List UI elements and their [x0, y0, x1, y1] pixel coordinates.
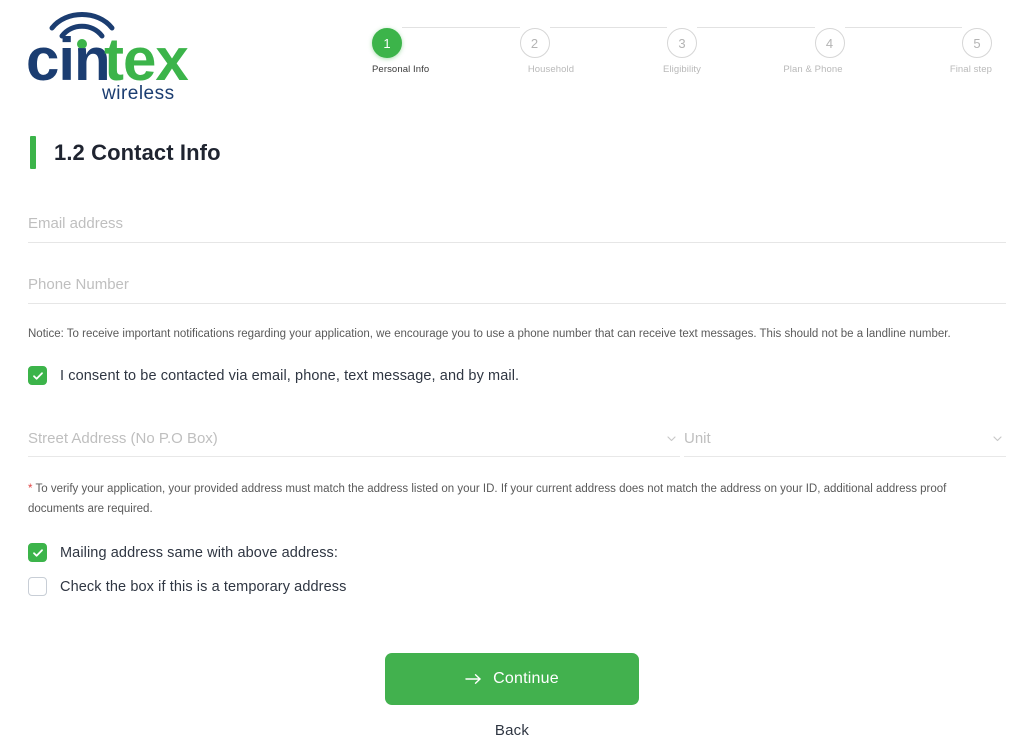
step-node-5[interactable]: 5 — [962, 28, 992, 58]
consent-checkbox-label: I consent to be contacted via email, pho… — [60, 367, 520, 384]
progress-stepper: 1 2 3 4 5 Personal Info Household Eligib… — [372, 26, 992, 92]
step-connector-3 — [697, 26, 815, 28]
contact-info-form: Notice: To receive important notificatio… — [28, 205, 1006, 596]
consent-checkbox-row[interactable]: I consent to be contacted via email, pho… — [28, 366, 1006, 385]
step-node-3[interactable]: 3 — [667, 28, 697, 58]
continue-button-label: Continue — [493, 670, 559, 687]
address-verification-note-text: To verify your application, your provide… — [28, 483, 947, 515]
street-address-field-wrapper[interactable]: Street Address (No P.O Box) — [28, 421, 680, 457]
step-circle-2[interactable]: 2 — [519, 28, 550, 58]
continue-button[interactable]: Continue — [385, 653, 639, 705]
required-asterisk: * — [28, 483, 33, 495]
mailing-address-checkbox-label: Mailing address same with above address: — [60, 544, 339, 561]
svg-text:wireless: wireless — [101, 83, 175, 102]
street-address-placeholder: Street Address (No P.O Box) — [28, 430, 218, 447]
step-node-4[interactable]: 4 — [814, 28, 845, 58]
arrow-right-icon — [465, 673, 483, 685]
mailing-address-checkbox[interactable] — [28, 543, 47, 562]
form-actions: Continue Back — [0, 653, 1024, 739]
step-circle-4[interactable]: 4 — [814, 28, 845, 58]
temporary-address-checkbox-row[interactable]: Check the box if this is a temporary add… — [28, 577, 1006, 596]
unit-placeholder: Unit — [684, 430, 711, 447]
street-address-column: Street Address (No P.O Box) — [28, 421, 680, 457]
section-header: 1.2 Contact Info — [30, 136, 221, 169]
phone-field[interactable] — [28, 266, 1006, 302]
consent-checkbox[interactable] — [28, 366, 47, 385]
unit-column: Unit — [684, 421, 1006, 457]
step-label-eligibility: Eligibility — [662, 64, 702, 75]
phone-field-wrapper[interactable] — [28, 266, 1006, 304]
page-title: 1.2 Contact Info — [54, 139, 221, 165]
chevron-down-icon[interactable] — [991, 432, 1004, 445]
logo-icon: cin tex wireless — [26, 12, 189, 102]
mailing-address-checkbox-row[interactable]: Mailing address same with above address: — [28, 543, 1006, 562]
svg-text:cin: cin — [26, 26, 110, 93]
step-connector-4 — [844, 26, 962, 28]
application-page: cin tex wireless 1 2 3 4 5 Personal Info… — [0, 0, 1024, 750]
step-connector-1 — [402, 26, 520, 28]
check-icon — [32, 371, 43, 380]
step-circle-3[interactable]: 3 — [667, 28, 697, 58]
address-row: Street Address (No P.O Box) Unit — [28, 421, 1006, 457]
step-label-plan-phone: Plan & Phone — [783, 64, 843, 75]
section-accent-bar — [30, 136, 36, 169]
phone-notice-text: Notice: To receive important notificatio… — [28, 328, 951, 340]
step-circle-5[interactable]: 5 — [962, 28, 992, 58]
step-node-1[interactable]: 1 — [372, 28, 402, 58]
temporary-address-checkbox-label: Check the box if this is a temporary add… — [60, 578, 347, 595]
stepper-labels: Personal Info Household Eligibility Plan… — [372, 64, 992, 75]
chevron-down-icon[interactable] — [665, 432, 678, 445]
address-verification-note: * To verify your application, your provi… — [28, 479, 988, 519]
cintex-wireless-logo: cin tex wireless — [26, 6, 216, 102]
email-field[interactable] — [28, 205, 1006, 241]
step-node-2[interactable]: 2 — [519, 28, 550, 58]
stepper-track: 1 2 3 4 5 — [372, 26, 992, 60]
check-icon — [32, 548, 43, 557]
step-circle-1[interactable]: 1 — [372, 28, 402, 58]
back-link[interactable]: Back — [495, 722, 529, 739]
unit-field-wrapper[interactable]: Unit — [684, 421, 1006, 457]
step-label-final-step: Final step — [949, 64, 992, 75]
email-field-wrapper[interactable] — [28, 205, 1006, 243]
temporary-address-checkbox[interactable] — [28, 577, 47, 596]
step-label-household: Household — [527, 64, 575, 75]
step-connector-2 — [549, 26, 667, 28]
step-label-personal-info: Personal Info — [372, 64, 430, 75]
